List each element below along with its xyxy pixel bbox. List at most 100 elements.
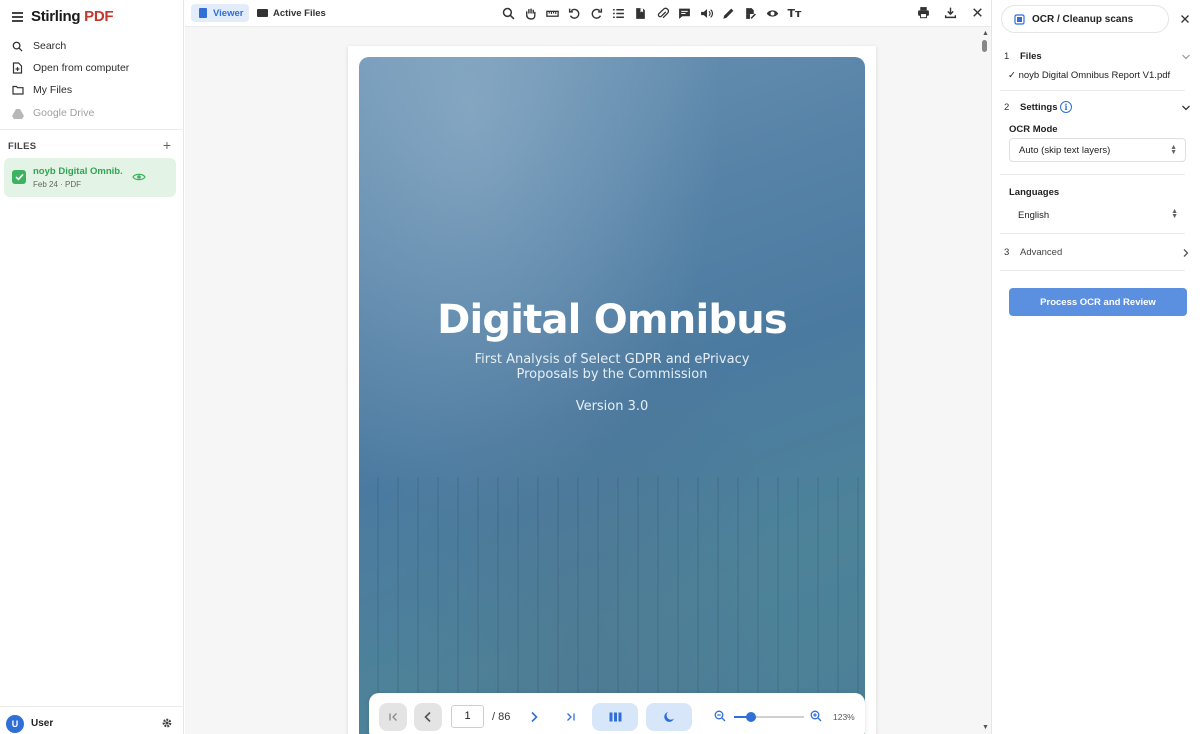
nav-my-files[interactable]: My Files (0, 79, 184, 101)
chevron-right-icon (531, 711, 538, 723)
file-meta: Feb 24 · PDF (33, 180, 82, 189)
scroll-up-arrow[interactable]: ▲ (982, 30, 989, 37)
page-number-input[interactable]: 1 (451, 705, 484, 728)
nav-google-drive[interactable]: Google Drive (0, 102, 184, 124)
google-drive-icon (11, 107, 24, 120)
ocr-mode-value: Auto (skip text layers) (1019, 144, 1111, 156)
document-subtitle-line-1: First Analysis of Select GDPR and ePriva… (474, 352, 750, 367)
search-icon (11, 40, 24, 53)
dual-page-toggle[interactable] (592, 703, 638, 731)
files-heading: FILES (8, 141, 37, 152)
comment-icon[interactable] (677, 6, 692, 21)
languages-value: English (1018, 209, 1050, 221)
select-arrows-icon: ▲ ▼ (1171, 208, 1178, 220)
avatar[interactable]: U (6, 715, 24, 733)
viewer-area: Viewer Active Files Tт Digital Omnibus F… (185, 0, 991, 734)
last-page-icon (566, 713, 575, 721)
step-2-title[interactable]: Settings (1020, 102, 1057, 113)
previous-page-button[interactable] (414, 703, 442, 731)
zoom-in-icon[interactable] (810, 710, 822, 725)
selected-file: ✓ noyb Digital Omnibus Report V1.pdf (1008, 70, 1171, 81)
zoom-slider-knob[interactable] (745, 712, 756, 722)
pen-icon[interactable] (721, 6, 736, 21)
moon-icon (664, 712, 674, 722)
ruler-icon[interactable] (545, 6, 560, 21)
divider (1000, 233, 1185, 234)
process-ocr-button[interactable]: Process OCR and Review (1009, 288, 1187, 316)
step-1-number: 1 (1004, 51, 1010, 62)
eye-icon[interactable] (132, 172, 146, 182)
info-icon[interactable]: i (1060, 101, 1072, 113)
ocr-mode-label: OCR Mode (1009, 124, 1058, 135)
pdf-cover: Digital Omnibus First Analysis of Select… (359, 57, 865, 734)
scrollbar-thumb[interactable] (982, 40, 987, 52)
ocr-mode-select[interactable]: Auto (skip text layers) ▲ ▼ (1009, 138, 1186, 162)
signature-icon[interactable] (743, 6, 758, 21)
tab-viewer[interactable]: Viewer (191, 4, 249, 22)
step-3-title[interactable]: Advanced (1020, 247, 1062, 258)
close-panel-button[interactable] (1172, 6, 1198, 32)
divider (1000, 270, 1185, 271)
left-sidebar: Stirling PDF Search Open from computer M… (0, 0, 184, 734)
rotate-left-icon[interactable] (567, 6, 582, 21)
tab-viewer-label: Viewer (213, 7, 244, 19)
add-file-button[interactable]: + (161, 137, 173, 153)
nav-open-label: Open from computer (33, 62, 130, 74)
tab-active-files[interactable]: Active Files (257, 4, 326, 22)
app-logo: Stirling PDF (31, 8, 114, 25)
folder-icon (11, 84, 24, 97)
scrollbar[interactable] (981, 28, 989, 734)
rotate-right-icon[interactable] (589, 6, 604, 21)
zoom-slider[interactable] (734, 712, 804, 722)
next-page-button[interactable] (520, 703, 548, 731)
folder-icon (257, 9, 268, 17)
nav-open-from-computer[interactable]: Open from computer (0, 57, 184, 79)
scroll-down-arrow[interactable]: ▼ (982, 724, 989, 731)
chevron-down-icon[interactable] (1181, 52, 1191, 62)
download-icon[interactable] (943, 5, 958, 20)
file-upload-icon (11, 62, 24, 75)
attachment-icon[interactable] (655, 6, 670, 21)
nav-search-label: Search (33, 40, 67, 52)
text-icon-label: Tт (787, 6, 802, 20)
file-card[interactable]: noyb Digital Omnib... Feb 24 · PDF (4, 158, 176, 197)
eye-icon[interactable] (765, 6, 780, 21)
nav-my-files-label: My Files (33, 84, 73, 96)
divider (1000, 90, 1185, 91)
last-page-button[interactable] (556, 703, 584, 731)
text-icon[interactable]: Tт (787, 6, 802, 21)
list-icon[interactable] (611, 6, 626, 21)
document-version: Version 3.0 (575, 399, 649, 414)
close-icon (1181, 15, 1189, 23)
search-icon[interactable] (501, 6, 516, 21)
chevron-left-icon (424, 711, 431, 723)
tool-title: OCR / Cleanup scans (1032, 14, 1134, 25)
step-3-number: 3 (1004, 247, 1010, 258)
tool-header[interactable]: OCR / Cleanup scans (1001, 5, 1169, 33)
dark-mode-toggle[interactable] (646, 703, 692, 731)
user-row: U User (0, 706, 184, 734)
nav-google-drive-label: Google Drive (33, 107, 95, 119)
tool-group: Tт (501, 5, 802, 21)
logo-row: Stirling PDF (0, 0, 184, 34)
columns-icon (609, 712, 621, 722)
audio-icon[interactable] (699, 6, 714, 21)
zoom-percent: 123% (833, 712, 855, 722)
languages-select[interactable]: English ▲ ▼ (1009, 203, 1186, 227)
print-icon[interactable] (916, 5, 931, 20)
zoom-out-icon[interactable] (714, 710, 726, 725)
first-page-button[interactable] (379, 703, 407, 731)
bookmark-icon[interactable] (633, 6, 648, 21)
document-subtitle-line-2: Proposals by the Commission (516, 367, 708, 382)
file-checkbox[interactable] (12, 170, 26, 184)
nav-search[interactable]: Search (0, 35, 184, 57)
chevron-down-icon[interactable] (1181, 103, 1191, 113)
chevron-right-icon[interactable] (1181, 248, 1191, 258)
divider (1000, 174, 1185, 175)
close-icon[interactable] (970, 5, 985, 20)
menu-icon[interactable] (12, 12, 23, 22)
gear-icon[interactable] (161, 717, 173, 729)
select-arrows-icon: ▲ ▼ (1170, 144, 1177, 156)
step-1-title[interactable]: Files (1020, 51, 1042, 62)
hand-icon[interactable] (523, 6, 538, 21)
